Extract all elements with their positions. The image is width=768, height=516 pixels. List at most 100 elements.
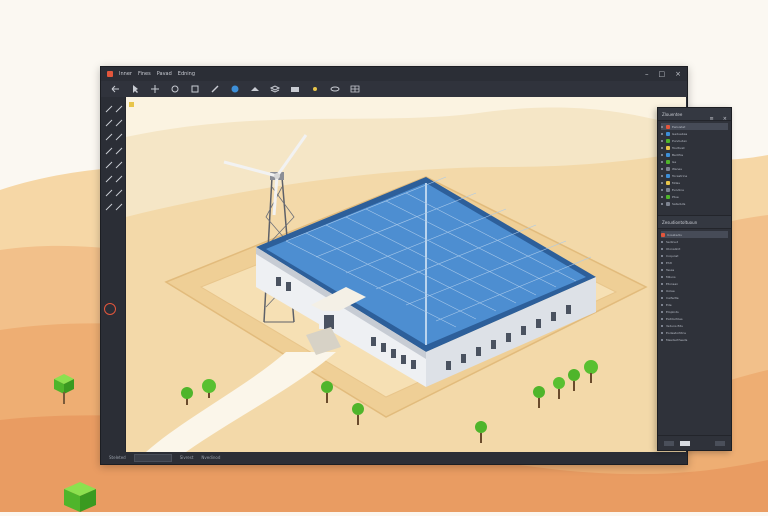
- expand-icon[interactable]: [661, 174, 663, 177]
- menu-item[interactable]: Edning: [178, 71, 195, 77]
- light-icon[interactable]: [309, 84, 321, 94]
- tree-item[interactable]: Evodine: [661, 186, 728, 193]
- cut-tool-icon[interactable]: [115, 161, 123, 169]
- expand-icon[interactable]: [661, 153, 663, 156]
- pin-icon[interactable]: ≡: [710, 116, 714, 122]
- green-cube-decoration: [62, 480, 98, 512]
- outliner-panel: Zlouentee ≡ × Ewisistet Geduebas Pundudan T…: [657, 107, 732, 451]
- list-item[interactable]: Coqunst: [661, 252, 728, 259]
- expand-icon[interactable]: [661, 160, 663, 163]
- list-item-label: Miluns: [666, 274, 676, 279]
- list-item[interactable]: Eloplnds: [661, 308, 728, 315]
- list-item-label: Caifedte: [666, 295, 679, 300]
- list-item-label: Eatdoctiles: [666, 316, 683, 321]
- tool-palette: [101, 97, 126, 452]
- options-button[interactable]: [715, 440, 725, 446]
- expand-icon[interactable]: [661, 125, 663, 128]
- tree-item[interactable]: Sataduts: [661, 200, 728, 207]
- expand-icon[interactable]: [661, 181, 663, 184]
- list-item[interactable]: Yeduns Eds: [661, 322, 728, 329]
- list-item[interactable]: Uosatedis: [661, 231, 728, 238]
- sculpt-tool-icon[interactable]: [115, 189, 123, 197]
- erase-tool-icon[interactable]: [105, 203, 113, 211]
- list-item[interactable]: Miluns: [661, 273, 728, 280]
- lasso-tool-icon[interactable]: [115, 105, 123, 113]
- expand-icon[interactable]: [661, 195, 663, 198]
- list-item[interactable]: Ehlt: [661, 259, 728, 266]
- paint-icon[interactable]: [249, 84, 261, 94]
- list-item[interactable]: Etonsan: [661, 280, 728, 287]
- rotate-icon[interactable]: [169, 84, 181, 94]
- line-tool-icon[interactable]: [115, 119, 123, 127]
- expand-icon[interactable]: [661, 132, 663, 135]
- list-item[interactable]: Mesdacthseds: [661, 336, 728, 343]
- 3d-viewport[interactable]: [126, 97, 686, 452]
- tree-item[interactable]: Tocastrine: [661, 172, 728, 179]
- add-button[interactable]: [680, 440, 690, 446]
- bend-tool-icon[interactable]: [105, 161, 113, 169]
- tree-item[interactable]: Pundudan: [661, 137, 728, 144]
- knife-tool-icon[interactable]: [105, 147, 113, 155]
- tree-item[interactable]: Ge: [661, 158, 728, 165]
- camera-icon[interactable]: [289, 84, 301, 94]
- menu-item[interactable]: Fines: [138, 71, 151, 77]
- select-tool-icon[interactable]: [105, 105, 113, 113]
- bullet-icon: [661, 317, 663, 320]
- active-tool-icon[interactable]: [104, 303, 116, 315]
- undo-icon[interactable]: [109, 84, 121, 94]
- tree-item-label: Ge: [672, 159, 677, 164]
- outliner-header: Zlouentee ≡ ×: [658, 108, 731, 122]
- measure-tool-icon[interactable]: [115, 147, 123, 155]
- tree-item[interactable]: Mdas: [661, 179, 728, 186]
- minimize-icon[interactable]: –: [645, 69, 649, 79]
- bullet-icon: [661, 338, 663, 341]
- curve-tool-icon[interactable]: [105, 133, 113, 141]
- list-item[interactable]: Olonalinit: [661, 245, 728, 252]
- scale-icon[interactable]: [189, 84, 201, 94]
- expand-icon[interactable]: [661, 167, 663, 170]
- object-icon: [666, 187, 670, 192]
- list-item[interactable]: Oolae: [661, 287, 728, 294]
- extrude-tool-icon[interactable]: [105, 175, 113, 183]
- status-input[interactable]: [133, 453, 172, 462]
- close-icon[interactable]: ×: [675, 69, 681, 79]
- weld-tool-icon[interactable]: [105, 189, 113, 197]
- scale-tool-icon[interactable]: [115, 175, 123, 183]
- camera-button[interactable]: [664, 440, 674, 446]
- close-icon[interactable]: ×: [723, 116, 727, 122]
- orbit-tool-icon[interactable]: [115, 203, 123, 211]
- list-item[interactable]: Tesas: [661, 266, 728, 273]
- tree-item[interactable]: Ptue: [661, 193, 728, 200]
- expand-icon[interactable]: [661, 139, 663, 142]
- bullet-icon: [661, 261, 663, 264]
- eye-icon[interactable]: [329, 84, 341, 94]
- expand-icon[interactable]: [661, 188, 663, 191]
- grid-icon[interactable]: [349, 84, 361, 94]
- tree-item[interactable]: Geduebas: [661, 130, 728, 137]
- expand-icon[interactable]: [661, 146, 663, 149]
- tree-item[interactable]: Ewisistet: [661, 123, 728, 130]
- tree-item-label: Evodine: [672, 187, 684, 192]
- menu-item[interactable]: Inner: [119, 71, 132, 77]
- brush-icon[interactable]: [209, 84, 221, 94]
- list-item[interactable]: Caifedte: [661, 294, 728, 301]
- tree-item[interactable]: Wanes: [661, 165, 728, 172]
- maximize-icon[interactable]: □: [659, 69, 666, 79]
- bullet-icon: [661, 254, 663, 257]
- shape-tool-icon[interactable]: [115, 133, 123, 141]
- main-toolbar: [101, 81, 687, 98]
- expand-icon[interactable]: [661, 202, 663, 205]
- list-item[interactable]: Ede: [661, 301, 728, 308]
- pen-tool-icon[interactable]: [105, 119, 113, 127]
- move-icon[interactable]: [149, 84, 161, 94]
- tree-item[interactable]: Toultivet: [661, 144, 728, 151]
- cursor-icon[interactable]: [129, 84, 141, 94]
- list-item[interactable]: Sedinud: [661, 238, 728, 245]
- menu-item[interactable]: Pavad: [157, 71, 172, 77]
- tree-item[interactable]: Bedifos: [661, 151, 728, 158]
- list-item[interactable]: Eatdoctiles: [661, 315, 728, 322]
- globe-icon[interactable]: [229, 84, 241, 94]
- bullet-icon: [661, 275, 663, 278]
- layers-icon[interactable]: [269, 84, 281, 94]
- list-item[interactable]: Eodestortitns: [661, 329, 728, 336]
